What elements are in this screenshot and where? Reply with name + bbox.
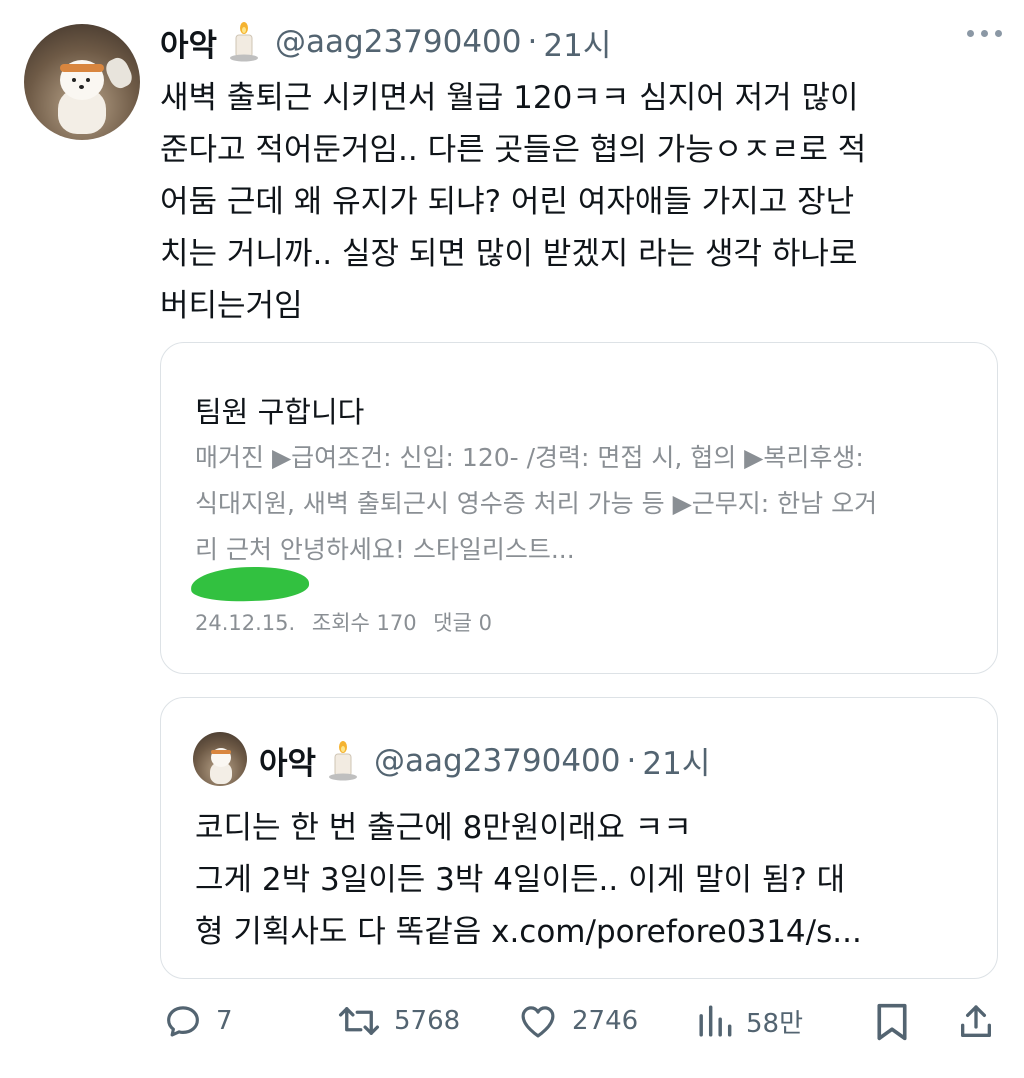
reply-icon bbox=[167, 1006, 199, 1037]
like-button[interactable]: 2746 bbox=[516, 1000, 638, 1042]
tweet-text: 새벽 출퇴근 시키면서 월급 120ㅋㅋ 심지어 저거 많이 준다고 적어둔거임… bbox=[160, 72, 1000, 332]
views-button[interactable]: 58만 bbox=[696, 1000, 803, 1042]
post-meta: 24.12.15. 조회수 170 댓글 0 bbox=[195, 607, 492, 637]
quoted-text: 코디는 한 번 출근에 8만원이래요 ㅋㅋ 그게 2박 3일이든 3박 4일이든… bbox=[195, 802, 985, 958]
post-excerpt-line: 매거진 ▶급여조건: 신입: 120- /경력: 면접 시, 협의 ▶복리후생: bbox=[195, 443, 864, 472]
reply-count: 7 bbox=[216, 1006, 233, 1036]
quoted-author-avatar bbox=[193, 732, 247, 786]
tweet-line: 준다고 적어둔거임.. 다른 곳들은 협의 가능ㅇㅈㄹ로 적 bbox=[160, 132, 867, 168]
action-bar: 7 5768 2746 58만 bbox=[160, 1000, 1000, 1050]
post-views: 조회수 170 bbox=[311, 611, 417, 635]
retweet-count: 5768 bbox=[394, 1006, 461, 1036]
retweet-button[interactable]: 5768 bbox=[336, 1000, 460, 1042]
more-icon[interactable] bbox=[967, 30, 1002, 37]
attached-image-card[interactable]: 팀원 구합니다 매거진 ▶급여조건: 신입: 120- /경력: 면접 시, 협… bbox=[160, 342, 998, 674]
post-excerpt: 매거진 ▶급여조건: 신입: 120- /경력: 면접 시, 협의 ▶복리후생:… bbox=[195, 435, 975, 573]
post-comments: 댓글 0 bbox=[433, 611, 492, 635]
post-date: 24.12.15. bbox=[195, 611, 296, 635]
author-name[interactable]: 아악 bbox=[160, 20, 217, 65]
like-count: 2746 bbox=[572, 1006, 639, 1036]
post-excerpt-line: 리 근처 안녕하세요! 스타일리스트... bbox=[195, 535, 575, 564]
quoted-author-handle: @aag23790400 bbox=[374, 742, 621, 779]
post-title: 팀원 구합니다 bbox=[195, 395, 365, 429]
views-count: 58만 bbox=[746, 1008, 804, 1039]
candle-icon bbox=[227, 22, 261, 62]
quoted-header: 아악 @aag23790400 · 21시 bbox=[259, 738, 710, 783]
tweet-header: 아악 @aag23790400 · 21시 bbox=[160, 20, 611, 64]
quoted-line: 그게 2박 3일이든 3박 4일이든.. 이게 말이 됨? 대 bbox=[195, 862, 846, 898]
candle-icon bbox=[326, 740, 360, 781]
quoted-line: 형 기획사도 다 똑같음 x.com/porefore0314/s... bbox=[195, 914, 862, 950]
quoted-tweet[interactable]: 아악 @aag23790400 · 21시 코디는 한 번 출근에 8만원이래요… bbox=[160, 697, 998, 979]
post-excerpt-line: 식대지원, 새벽 출퇴근시 영수증 처리 가능 등 ▶근무지: 한남 오거 bbox=[195, 489, 878, 518]
quoted-author-name: 아악 bbox=[259, 746, 317, 782]
analytics-icon bbox=[699, 1005, 732, 1037]
share-icon bbox=[961, 1005, 991, 1037]
bookmark-button[interactable] bbox=[872, 1000, 912, 1044]
author-handle[interactable]: @aag23790400 bbox=[275, 24, 521, 60]
separator-dot: · bbox=[527, 24, 538, 60]
heart-icon bbox=[521, 1006, 555, 1038]
share-button[interactable] bbox=[956, 1000, 996, 1044]
tweet-line: 새벽 출퇴근 시키면서 월급 120ㅋㅋ 심지어 저거 많이 bbox=[160, 80, 859, 116]
bookmark-icon bbox=[877, 1003, 907, 1041]
tweet-line: 치는 거니까.. 실장 되면 많이 받겠지 라는 생각 하나로 bbox=[160, 236, 858, 272]
tweet-time[interactable]: 21시 bbox=[543, 20, 611, 65]
retweet-icon bbox=[338, 1007, 380, 1035]
tweet-line: 버티는거임 bbox=[160, 288, 303, 324]
tweet-line: 어둠 근데 왜 유지가 되냐? 어린 여자애들 가지고 장난 bbox=[160, 184, 855, 220]
separator-dot: · bbox=[626, 742, 637, 779]
quoted-line: 코디는 한 번 출근에 8만원이래요 ㅋㅋ bbox=[195, 810, 692, 846]
author-avatar[interactable] bbox=[24, 24, 140, 140]
reply-button[interactable]: 7 bbox=[162, 1000, 233, 1042]
quoted-time: 21시 bbox=[642, 746, 711, 782]
